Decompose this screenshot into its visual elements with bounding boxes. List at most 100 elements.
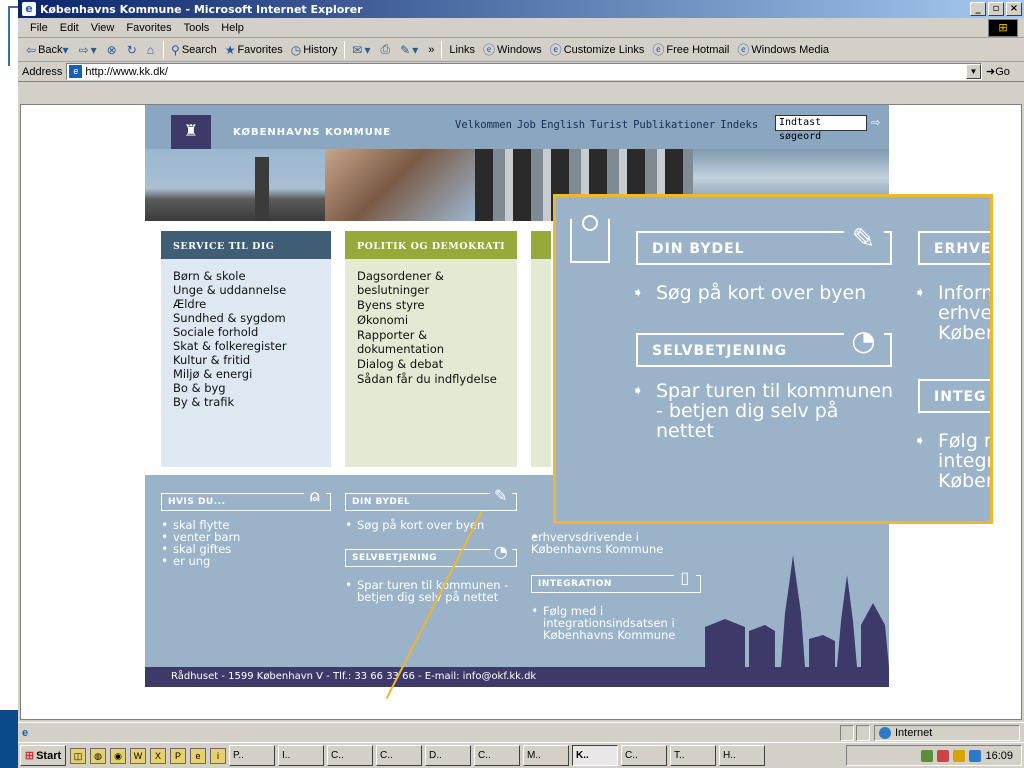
din-bydel-link[interactable]: Søg på kort over byen bbox=[345, 519, 517, 531]
minimize-button[interactable]: _ bbox=[970, 2, 986, 16]
menu-help[interactable]: Help bbox=[215, 22, 250, 34]
menu-edit[interactable]: Edit bbox=[54, 22, 85, 34]
home-icon: ⌂ bbox=[146, 42, 155, 57]
zoom-din-bydel-text: Søg på kort over byen bbox=[632, 283, 892, 303]
favorites-label: Favorites bbox=[237, 43, 283, 56]
service-link[interactable]: Ældre bbox=[173, 297, 331, 311]
toolbar-chevron[interactable]: » bbox=[424, 40, 438, 60]
service-link[interactable]: Børn & skole bbox=[173, 269, 331, 283]
search-button[interactable]: ⚲ Search bbox=[167, 40, 221, 60]
quicklaunch-ppt-icon[interactable]: P bbox=[170, 747, 186, 764]
selvbetjening-title: SELVBETJENING bbox=[352, 553, 438, 563]
service-link[interactable]: Unge & uddannelse bbox=[173, 283, 331, 297]
nav-velkommen[interactable]: Velkommen bbox=[455, 119, 512, 131]
zoom-map-icon: ✎ bbox=[844, 219, 884, 259]
politik-link[interactable]: Byens styre bbox=[357, 298, 517, 312]
site-search-input[interactable]: Indtast søgeord bbox=[775, 115, 867, 142]
site-name[interactable]: KØBENHAVNS KOMMUNE bbox=[233, 127, 391, 138]
maximize-button[interactable]: ▫ bbox=[988, 2, 1004, 16]
politik-link[interactable]: Dagsordener & beslutninger bbox=[357, 269, 517, 297]
quicklaunch-info-icon[interactable]: i bbox=[210, 747, 226, 764]
home-button[interactable]: ⌂ bbox=[143, 40, 160, 60]
task-button[interactable]: T.. bbox=[670, 745, 716, 766]
quicklaunch-app-icon[interactable]: ◉ bbox=[110, 747, 126, 764]
task-button[interactable]: M.. bbox=[523, 745, 569, 766]
service-heading: SERVICE TIL DIG bbox=[161, 231, 331, 259]
service-link[interactable]: By & trafik bbox=[173, 395, 331, 409]
tray-icon[interactable] bbox=[921, 749, 934, 762]
refresh-icon: ↻ bbox=[126, 42, 137, 57]
task-button[interactable]: I.. bbox=[278, 745, 324, 766]
integration-link[interactable]: Følg med i integrationsindsatsen i Køben… bbox=[531, 605, 699, 641]
politik-link[interactable]: Økonomi bbox=[357, 313, 517, 327]
menu-file[interactable]: File bbox=[24, 22, 54, 34]
nav-publikationer[interactable]: Publikationer bbox=[633, 119, 715, 131]
service-link[interactable]: Skat & folkeregister bbox=[173, 339, 331, 353]
zoom-integration-text: Følg m integr Køber bbox=[914, 431, 990, 491]
title-bar: e Københavns Kommune - Microsoft Interne… bbox=[18, 0, 1024, 18]
edit-button[interactable]: ✎ ▾ bbox=[396, 40, 424, 60]
address-dropdown-icon[interactable]: ▼ bbox=[966, 64, 981, 79]
refresh-button[interactable]: ↻ bbox=[123, 40, 143, 60]
mouse-icon: ◔ bbox=[490, 542, 512, 564]
forward-button[interactable]: ⇨ ▾ bbox=[75, 40, 103, 60]
task-button[interactable]: H.. bbox=[719, 745, 765, 766]
link-windows[interactable]: ⓔ Windows bbox=[479, 40, 546, 60]
politik-link[interactable]: Rapporter & dokumentation bbox=[357, 328, 517, 356]
service-link[interactable]: Kultur & fritid bbox=[173, 353, 331, 367]
task-button[interactable]: D.. bbox=[425, 745, 471, 766]
service-link[interactable]: Sociale forhold bbox=[173, 325, 331, 339]
task-button[interactable]: C.. bbox=[327, 745, 373, 766]
menu-view[interactable]: View bbox=[85, 22, 121, 34]
quicklaunch-excel-icon[interactable]: X bbox=[150, 747, 166, 764]
link-customize[interactable]: ⓔ Customize Links bbox=[546, 40, 649, 60]
search-submit-icon[interactable]: ⇨ bbox=[871, 116, 880, 129]
din-bydel-box: DIN BYDEL ✎ bbox=[345, 486, 517, 511]
quicklaunch-word-icon[interactable]: W bbox=[130, 747, 146, 764]
nav-job[interactable]: Job bbox=[517, 119, 536, 131]
link-windows-media[interactable]: ⓔ Windows Media bbox=[733, 40, 833, 60]
service-link[interactable]: Miljø & energi bbox=[173, 367, 331, 381]
politik-heading: POLITIK OG DEMOKRATI bbox=[345, 231, 517, 259]
nav-english[interactable]: English bbox=[541, 119, 585, 131]
task-button-active[interactable]: K.. bbox=[572, 745, 618, 766]
task-button[interactable]: P.. bbox=[229, 745, 275, 766]
zoom-callout: DIN BYDEL ✎ Søg på kort over byen SELVBE… bbox=[553, 194, 993, 524]
erhverv-link[interactable]: erhvervsdrivende i Københavns Kommune bbox=[531, 531, 701, 555]
menu-favorites[interactable]: Favorites bbox=[120, 22, 177, 34]
tray-icon[interactable] bbox=[937, 749, 950, 762]
quicklaunch-fire-icon[interactable]: ◍ bbox=[90, 747, 106, 764]
history-button[interactable]: ◷ History bbox=[287, 40, 342, 60]
go-button[interactable]: ➜ Go bbox=[986, 65, 1024, 79]
tray-icon[interactable] bbox=[969, 749, 982, 762]
link-hotmail[interactable]: ⓔ Free Hotmail bbox=[648, 40, 733, 60]
clock: 16:09 bbox=[985, 749, 1013, 762]
print-button[interactable]: ⎙ bbox=[377, 40, 397, 60]
status-cell bbox=[856, 724, 870, 741]
service-link[interactable]: Sundhed & sygdom bbox=[173, 311, 331, 325]
menu-tools[interactable]: Tools bbox=[178, 22, 216, 34]
politik-link[interactable]: Sådan får du indflydelse bbox=[357, 372, 517, 386]
start-button[interactable]: ⊞ Start bbox=[20, 745, 66, 766]
politik-link[interactable]: Dialog & debat bbox=[357, 357, 517, 371]
stop-button[interactable]: ⊗ bbox=[103, 40, 123, 60]
quicklaunch-ie-icon[interactable]: e bbox=[190, 747, 206, 764]
address-input[interactable]: e http://www.kk.dk/ ▼ bbox=[66, 63, 982, 80]
hvis-du-link[interactable]: er ung bbox=[161, 555, 240, 567]
mail-button[interactable]: ✉ ▾ bbox=[348, 40, 376, 60]
nav-turist[interactable]: Turist bbox=[590, 119, 628, 131]
tray-icon[interactable] bbox=[953, 749, 966, 762]
favorites-button[interactable]: ★ Favorites bbox=[221, 40, 287, 60]
quicklaunch-desktop-icon[interactable]: ◫ bbox=[70, 747, 86, 764]
back-button[interactable]: ⇦ Back ▾ bbox=[22, 40, 75, 60]
favorites-icon: ★ bbox=[224, 42, 236, 57]
task-button[interactable]: C.. bbox=[376, 745, 422, 766]
task-button[interactable]: C.. bbox=[474, 745, 520, 766]
close-button[interactable]: × bbox=[1006, 2, 1022, 16]
dropdown-icon: ▾ bbox=[364, 42, 371, 57]
selvbetjening-link[interactable]: Spar turen til kommunen - betjen dig sel… bbox=[345, 579, 513, 603]
service-link[interactable]: Bo & byg bbox=[173, 381, 331, 395]
zoom-mouse-icon: ◔ bbox=[844, 321, 884, 361]
nav-indeks[interactable]: Indeks bbox=[720, 119, 758, 131]
task-button[interactable]: C.. bbox=[621, 745, 667, 766]
